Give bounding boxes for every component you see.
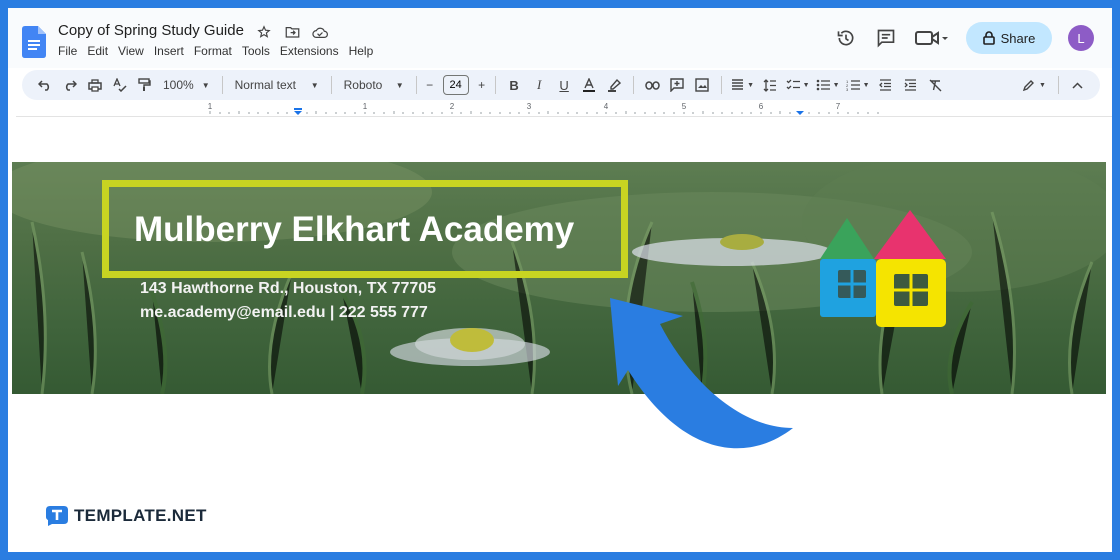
toolbar-divider [415, 76, 417, 94]
underline-icon[interactable]: U [552, 74, 577, 96]
meet-video-icon[interactable] [914, 26, 950, 50]
ruler-number: 6 [759, 102, 764, 111]
menu-extensions[interactable]: Extensions [280, 44, 339, 58]
menu-format[interactable]: Format [194, 44, 232, 58]
font-size-input[interactable]: 24 [442, 75, 469, 95]
left-indent-marker[interactable] [294, 111, 302, 115]
chevron-down-icon: ▼ [802, 81, 810, 89]
menu-file[interactable]: File [58, 44, 77, 58]
ruler-number: 2 [450, 102, 455, 111]
menu-edit[interactable]: Edit [87, 44, 108, 58]
increase-font-size-icon[interactable]: + [475, 74, 489, 96]
highlight-icon[interactable] [602, 74, 627, 96]
text-color-icon[interactable] [577, 74, 602, 96]
ruler-divider [16, 116, 1112, 117]
chevron-down-icon: ▼ [310, 80, 319, 90]
avatar[interactable]: L [1068, 25, 1094, 51]
style-value: Normal text [234, 78, 296, 92]
toolbar-divider [632, 76, 634, 94]
undo-icon[interactable] [32, 74, 57, 96]
print-icon[interactable] [82, 74, 107, 96]
clear-formatting-icon[interactable] [923, 74, 948, 96]
template-logo-icon [46, 506, 68, 526]
cloud-saved-icon[interactable] [312, 24, 328, 40]
checklist-icon[interactable]: ▼ [783, 74, 813, 96]
ruler-number: 1 [363, 102, 368, 111]
svg-text:3: 3 [846, 87, 849, 91]
align-icon[interactable]: ▼ [728, 74, 758, 96]
lock-icon [982, 31, 995, 45]
toolbar-divider [720, 76, 722, 94]
menu-help[interactable]: Help [349, 44, 374, 58]
numbered-list-icon[interactable]: 1 2 3 ▼ [843, 74, 873, 96]
school-address[interactable]: 143 Hawthorne Rd., Houston, TX 77705 [140, 280, 436, 298]
bold-icon[interactable]: B [502, 74, 527, 96]
decrease-indent-icon[interactable] [873, 74, 898, 96]
toolbar-divider [330, 76, 332, 94]
chevron-down-icon: ▼ [862, 81, 870, 89]
decrease-font-size-icon[interactable]: − [423, 74, 437, 96]
menu-tools[interactable]: Tools [242, 44, 270, 58]
google-docs-icon[interactable] [22, 26, 46, 58]
zoom-select[interactable]: 100% ▼ [157, 74, 216, 96]
school-name[interactable]: Mulberry Elkhart Academy [134, 210, 574, 250]
menu-view[interactable]: View [118, 44, 144, 58]
italic-icon[interactable]: I [527, 74, 552, 96]
line-spacing-icon[interactable] [758, 74, 783, 96]
menu-bar: File Edit View Insert Format Tools Exten… [58, 44, 373, 58]
share-label: Share [1000, 30, 1036, 46]
formatting-toolbar: 100% ▼ Normal text ▼ Roboto ▼ − 24 + B I U … [22, 70, 1100, 100]
annotation-arrow [610, 298, 793, 449]
ruler-number: 7 [836, 102, 841, 111]
paint-format-icon[interactable] [132, 74, 157, 96]
paragraph-style-select[interactable]: Normal text ▼ [229, 74, 325, 96]
spellcheck-icon[interactable] [107, 74, 132, 96]
chevron-down-icon: ▼ [1039, 81, 1046, 89]
star-icon[interactable] [256, 24, 272, 40]
template-brand: TEMPLATE.NET [74, 506, 207, 525]
first-line-indent-marker[interactable] [294, 108, 302, 110]
editing-mode-icon[interactable]: ▼ [1016, 74, 1052, 96]
right-indent-marker[interactable] [796, 111, 804, 115]
ruler: 1 1 2 3 4 5 6 7 [208, 102, 879, 115]
chevron-down-icon: ▼ [747, 81, 755, 89]
share-button[interactable]: Share [966, 22, 1052, 54]
header-actions: Share L [834, 22, 1094, 54]
toolbar-divider [1058, 76, 1059, 94]
font-select[interactable]: Roboto ▼ [338, 74, 410, 96]
chevron-down-icon: ▼ [832, 81, 840, 89]
ruler-number: 3 [527, 102, 532, 111]
ruler-number: 4 [604, 102, 609, 111]
title-icons [256, 24, 328, 40]
school-banner[interactable]: Mulberry Elkhart Academy 143 Hawthorne R… [12, 162, 1106, 394]
toolbar-divider [494, 76, 496, 94]
ruler-ticks [209, 111, 879, 114]
redo-icon[interactable] [57, 74, 82, 96]
title-bar: Copy of Spring Study Guide File Edit Vie… [8, 8, 1112, 68]
comments-icon[interactable] [874, 26, 898, 50]
add-comment-icon[interactable] [665, 74, 690, 96]
insert-image-icon[interactable] [690, 74, 715, 96]
bulleted-list-icon[interactable]: ▼ [813, 74, 843, 96]
hide-menus-icon[interactable] [1065, 74, 1090, 96]
increase-indent-icon[interactable] [898, 74, 923, 96]
move-folder-icon[interactable] [284, 24, 300, 40]
insert-link-icon[interactable] [640, 74, 665, 96]
toolbar-divider [221, 76, 223, 94]
ruler-number: 1 [208, 102, 213, 111]
document-title[interactable]: Copy of Spring Study Guide [58, 22, 244, 39]
school-contact[interactable]: me.academy@email.edu | 222 555 777 [140, 304, 428, 322]
zoom-value: 100% [163, 78, 194, 92]
chevron-down-icon: ▼ [395, 80, 404, 90]
chevron-down-icon: ▼ [201, 80, 210, 90]
screenshot-frame: Copy of Spring Study Guide File Edit Vie… [8, 8, 1112, 552]
version-history-icon[interactable] [834, 26, 858, 50]
menu-insert[interactable]: Insert [154, 44, 184, 58]
ruler-number: 5 [682, 102, 687, 111]
font-value: Roboto [343, 78, 383, 92]
